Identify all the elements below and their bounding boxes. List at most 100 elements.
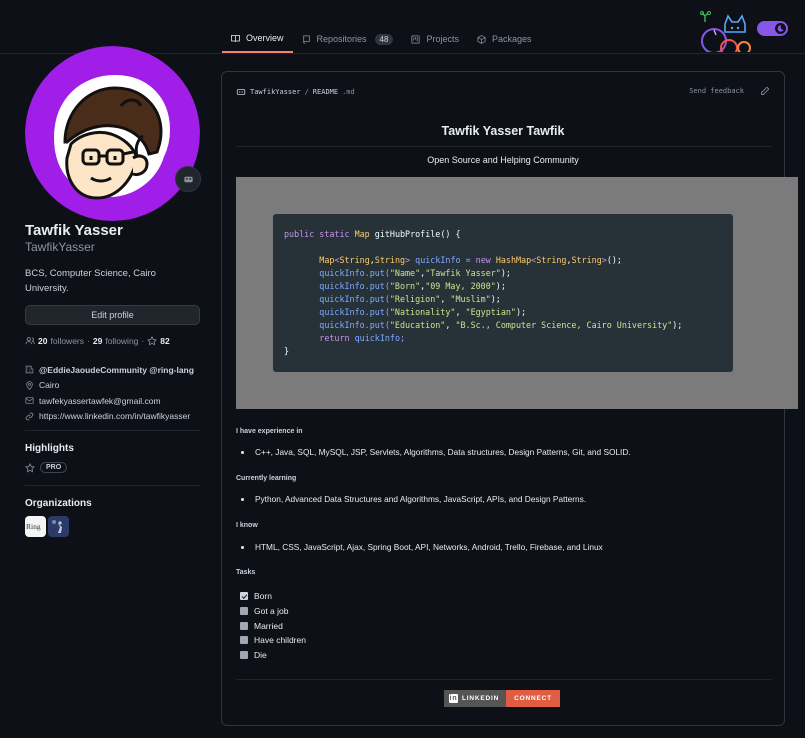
badge-left-label: LINKEDIN: [462, 695, 499, 702]
bullet-dot: [241, 451, 244, 454]
profile-bio: BCS, Computer Science, Cairo University.: [25, 266, 195, 296]
badge-left: in LINKEDIN: [444, 690, 506, 707]
separator: ·: [87, 336, 90, 346]
book-icon: [231, 34, 240, 43]
org-avatar-community[interactable]: [48, 516, 69, 537]
divider: [236, 679, 772, 680]
task-checkbox[interactable]: [240, 592, 248, 600]
project-icon: [411, 35, 420, 44]
profile-username: TawfikYasser: [25, 240, 95, 254]
readme-card: TawfikYasser / README.md Send feedback T…: [221, 71, 785, 726]
follow-stats: 20 followers · 29 following · 82: [25, 336, 170, 346]
tasks-heading: Tasks: [236, 569, 255, 576]
smiley-icon: [183, 174, 194, 185]
location-text: Cairo: [39, 380, 59, 390]
readme-path-file: README: [313, 88, 338, 96]
email-item: tawfekyassertawfek@gmail.com: [25, 393, 194, 409]
tab-repositories[interactable]: Repositories 48: [293, 25, 403, 53]
divider: [25, 485, 200, 486]
followers-label[interactable]: followers: [50, 336, 84, 346]
pro-badge: PRO: [40, 462, 67, 473]
email-link[interactable]: tawfekyassertawfek@gmail.com: [39, 396, 161, 406]
avatar-image: [25, 46, 200, 221]
website-link[interactable]: https://www.linkedin.com/in/tawfikyasser: [39, 411, 190, 421]
readme-title: Tawfik Yasser Tawfik: [222, 124, 784, 138]
theme-toggle[interactable]: [757, 21, 788, 36]
code-snippet: public static Map gitHubProfile() { Map<…: [273, 214, 733, 372]
linkedin-connect-badge[interactable]: in LINKEDIN CONNECT: [444, 690, 560, 707]
divider: [25, 430, 200, 431]
learning-heading: Currently learning: [236, 475, 296, 482]
organizations-list: Ring: [25, 516, 69, 537]
task-item: Have children: [240, 633, 306, 648]
people-icon: [25, 336, 35, 346]
linkedin-icon: in: [449, 694, 458, 703]
following-label[interactable]: following: [105, 336, 138, 346]
separator: ·: [141, 336, 144, 346]
mail-icon: [25, 396, 34, 405]
location-icon: [25, 381, 34, 390]
star-icon: [147, 336, 157, 346]
readme-path-user[interactable]: TawfikYasser: [250, 88, 301, 96]
set-status-button[interactable]: [175, 166, 201, 192]
task-label: Have children: [254, 635, 306, 645]
task-checkbox[interactable]: [240, 622, 248, 630]
check-icon: [241, 593, 248, 600]
avatar[interactable]: [25, 46, 200, 221]
star-icon: [25, 463, 35, 473]
org-avatar-ring[interactable]: Ring: [25, 516, 46, 537]
profile-full-name: Tawfik Yasser: [25, 222, 123, 239]
task-item: Married: [240, 618, 306, 633]
smiley-icon: [236, 87, 246, 97]
know-heading: I know: [236, 522, 258, 529]
organizations-heading: Organizations: [25, 498, 92, 509]
stars-count[interactable]: 82: [160, 336, 169, 346]
task-checkbox[interactable]: [240, 636, 248, 644]
task-item: Born: [240, 589, 306, 604]
readme-subtitle: Open Source and Helping Community: [222, 155, 784, 165]
company-text[interactable]: @EddieJaoudeCommunity @ring-lang: [39, 365, 194, 375]
task-item: Got a job: [240, 604, 306, 619]
readme-path: TawfikYasser / README.md: [236, 87, 355, 97]
octocat-illustration: [697, 10, 757, 52]
send-feedback-link[interactable]: Send feedback: [689, 87, 744, 95]
package-icon: [477, 35, 486, 44]
community-logo-icon: [48, 516, 69, 537]
tab-packages[interactable]: Packages: [468, 25, 541, 53]
organization-icon: [25, 365, 34, 374]
badge-right-label: CONNECT: [514, 695, 552, 702]
edit-profile-button[interactable]: Edit profile: [25, 305, 200, 325]
profile-details: @EddieJaoudeCommunity @ring-lang Cairo t…: [25, 362, 194, 424]
tab-projects-label: Projects: [426, 34, 459, 44]
ring-logo-icon: Ring: [25, 516, 46, 537]
learning-text: Python, Advanced Data Structures and Alg…: [255, 494, 586, 504]
bullet-dot: [241, 498, 244, 501]
badge-right: CONNECT: [506, 690, 560, 707]
location-item: Cairo: [25, 378, 194, 394]
task-checkbox[interactable]: [240, 651, 248, 659]
know-text: HTML, CSS, JavaScript, Ajax, Spring Boot…: [255, 542, 603, 552]
experience-heading: I have experience in: [236, 428, 303, 435]
avatar-container: [25, 46, 200, 221]
repo-icon: [302, 35, 311, 44]
experience-text: C++, Java, SQL, MySQL, JSP, Servlets, Al…: [255, 447, 631, 457]
tab-packages-label: Packages: [492, 34, 532, 44]
task-item: Die: [240, 648, 306, 663]
moon-icon: [775, 23, 786, 34]
task-checkbox[interactable]: [240, 607, 248, 615]
company-item: @EddieJaoudeCommunity @ring-lang: [25, 362, 194, 378]
pencil-icon[interactable]: [760, 86, 770, 96]
readme-path-sep: /: [305, 88, 309, 96]
repositories-count-badge: 48: [375, 34, 394, 45]
following-count[interactable]: 29: [93, 336, 102, 346]
profile-tabs: Overview Repositories 48 Projects Packag…: [222, 25, 541, 54]
website-item: https://www.linkedin.com/in/tawfikyasser: [25, 409, 194, 425]
task-label: Born: [254, 591, 272, 601]
code-image: public static Map gitHubProfile() { Map<…: [236, 177, 798, 409]
tab-overview[interactable]: Overview: [222, 25, 293, 53]
tab-repositories-label: Repositories: [317, 34, 367, 44]
tab-projects[interactable]: Projects: [402, 25, 468, 53]
toggle-knob: [775, 23, 786, 34]
list-item: C++, Java, SQL, MySQL, JSP, Servlets, Al…: [241, 447, 631, 457]
followers-count[interactable]: 20: [38, 336, 47, 346]
